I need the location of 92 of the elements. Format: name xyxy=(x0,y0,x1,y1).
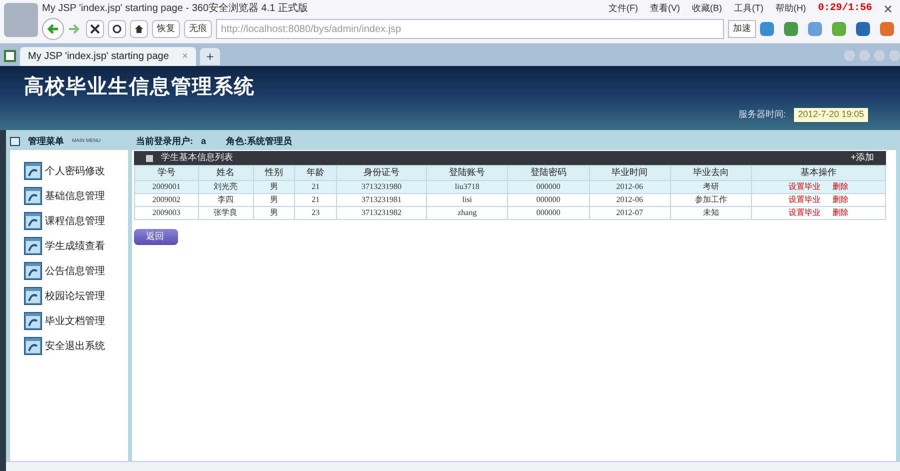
forward-icon[interactable] xyxy=(68,22,82,36)
table-cell: 3713231981 xyxy=(336,193,427,206)
column-header: 年龄 xyxy=(294,166,336,180)
user-name: a xyxy=(201,134,206,148)
sidebar-item[interactable]: 公告信息管理 xyxy=(24,262,128,280)
menu-item[interactable]: 查看(V) xyxy=(650,2,680,16)
table-cell: 000000 xyxy=(508,193,589,206)
table-cell: 2009003 xyxy=(134,206,198,219)
sidebar-item[interactable]: 毕业文档管理 xyxy=(24,312,128,330)
window-icon xyxy=(24,262,42,280)
table-cell: 李四 xyxy=(198,193,254,206)
column-header: 毕业时间 xyxy=(589,166,670,180)
table-cell: 刘光亮 xyxy=(198,180,254,193)
toolbar-button[interactable]: 无痕 xyxy=(184,20,212,38)
close-icon[interactable] xyxy=(884,4,892,12)
sidebar-item[interactable]: 校园论坛管理 xyxy=(24,287,128,305)
window-icon xyxy=(24,212,42,230)
table-cell: 参加工作 xyxy=(670,193,752,206)
system-title: 高校毕业生信息管理系统 xyxy=(24,74,256,100)
window-icon xyxy=(24,187,42,205)
delete-link[interactable]: 删除 xyxy=(832,208,848,216)
table-cell: 2012-06 xyxy=(589,180,670,193)
graduate-link[interactable]: 设置毕业 xyxy=(788,208,820,216)
table-cell: 男 xyxy=(253,206,295,219)
table-cell: 000000 xyxy=(508,206,589,219)
menu-item[interactable]: 收藏(B) xyxy=(692,2,722,16)
recorder-time: 0:29/1:56 xyxy=(818,2,872,16)
table-cell: 考研 xyxy=(670,180,752,193)
table-cell: 男 xyxy=(253,193,295,206)
accelerate-button[interactable]: 加速 xyxy=(728,20,756,38)
table-cell: liu3718 xyxy=(426,180,508,193)
sidebar-item[interactable]: 基础信息管理 xyxy=(24,187,128,205)
stop-icon[interactable] xyxy=(86,20,104,38)
server-time-label: 服务器时间: xyxy=(738,108,786,121)
toolbar-button[interactable]: 恢复 xyxy=(152,20,180,38)
column-header: 登陆密码 xyxy=(508,166,589,180)
home-icon[interactable] xyxy=(130,20,148,38)
table-cell: 3713231982 xyxy=(336,206,427,219)
sidebar-item[interactable]: 安全退出系统 xyxy=(24,337,128,355)
table-row[interactable]: 2009002 李四 男 21 3713231981 lisi 000000 2012-06 参加工作 设置毕业 删除 xyxy=(134,193,886,206)
menu-icon xyxy=(10,137,20,146)
column-header: 登陆账号 xyxy=(426,166,508,180)
table-cell: 2009002 xyxy=(134,193,198,206)
table-cell: 男 xyxy=(253,180,295,193)
table-cell: 未知 xyxy=(670,206,752,219)
table-cell: 3713231980 xyxy=(336,180,427,193)
back-icon[interactable] xyxy=(42,18,64,40)
column-header: 基本操作 xyxy=(751,166,886,180)
window-icon xyxy=(24,287,42,305)
table-cell: zhang xyxy=(426,206,508,219)
table-cell: 张学良 xyxy=(198,206,254,219)
table-row[interactable]: 2009003 张学良 男 23 3713231982 zhang 000000 2012-07 未知 设置毕业 删除 xyxy=(134,206,886,219)
user-label: 当前登录用户: xyxy=(136,134,193,148)
new-tab-button[interactable]: + xyxy=(200,48,220,65)
graduate-link[interactable]: 设置毕业 xyxy=(788,182,820,190)
menu-title: 管理菜单 xyxy=(28,134,64,148)
table-cell: 2009001 xyxy=(134,180,198,193)
window-icon xyxy=(24,162,42,180)
delete-link[interactable]: 删除 xyxy=(832,182,848,190)
delete-link[interactable]: 删除 xyxy=(832,194,848,204)
sidebar-item[interactable]: 学生成绩查看 xyxy=(24,237,128,255)
role-name: 系统管理员 xyxy=(247,134,292,148)
menu-item[interactable]: 工具(T) xyxy=(734,2,764,16)
table-cell: 23 xyxy=(294,206,336,219)
menu-item[interactable]: 帮助(H) xyxy=(775,2,806,16)
column-header: 学号 xyxy=(134,166,198,180)
refresh-icon[interactable] xyxy=(108,20,126,38)
table-cell: 21 xyxy=(294,193,336,206)
table-cell: 000000 xyxy=(508,180,589,193)
browser-tab[interactable]: My JSP 'index.jsp' starting page × xyxy=(20,47,196,66)
window-icon xyxy=(24,237,42,255)
table-cell: 2012-07 xyxy=(589,206,670,219)
window-icon xyxy=(24,312,42,330)
column-header: 姓名 xyxy=(198,166,254,180)
window-title: My JSP 'index.jsp' starting page - 360安全浏览器 4.1 正式版 xyxy=(42,2,309,16)
table-cell: 21 xyxy=(294,180,336,193)
sidebar-item[interactable]: 课程信息管理 xyxy=(24,212,128,230)
sidebar-item[interactable]: 个人密码修改 xyxy=(24,162,128,180)
back-button[interactable]: 返回 xyxy=(134,228,178,244)
role-label: 角色: xyxy=(226,134,248,148)
server-time-value: 2012-7-20 19:05 xyxy=(794,108,868,122)
window-icon xyxy=(24,337,42,355)
table-cell: lisi xyxy=(426,193,508,206)
column-header: 性别 xyxy=(253,166,295,180)
table-title: 学生基本信息列表 xyxy=(161,151,234,164)
table-cell: 2012-06 xyxy=(589,193,670,206)
table-row[interactable]: 2009001 刘光亮 男 21 3713231980 liu3718 000000 2012-06 考研 设置毕业 删除 xyxy=(134,180,886,193)
graduate-link[interactable]: 设置毕业 xyxy=(788,194,820,204)
column-header: 毕业去向 xyxy=(670,166,752,180)
column-header: 身份证号 xyxy=(336,166,427,180)
menu-item[interactable]: 文件(F) xyxy=(608,2,638,16)
add-link[interactable]: +添加 xyxy=(850,151,874,165)
